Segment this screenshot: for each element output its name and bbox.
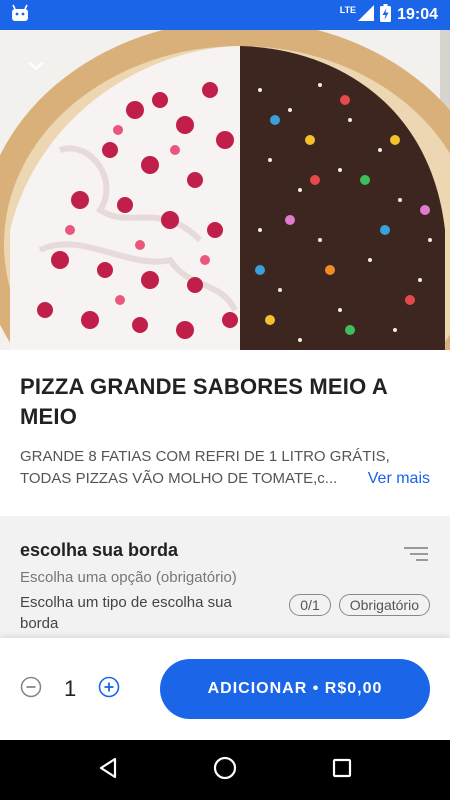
border-options-section: escolha sua borda Escolha uma opção (obr… bbox=[0, 516, 450, 638]
filter-lines-icon[interactable] bbox=[404, 546, 428, 567]
system-nav-bar bbox=[0, 740, 450, 800]
decrease-quantity-button[interactable] bbox=[20, 676, 42, 703]
add-to-cart-bar: 1 ADICIONAR • R$0,00 bbox=[0, 638, 450, 740]
battery-icon bbox=[380, 3, 392, 27]
nav-home-button[interactable] bbox=[205, 750, 245, 790]
increase-quantity-button[interactable] bbox=[98, 676, 120, 703]
options-title: escolha sua borda bbox=[20, 540, 179, 560]
product-info: PIZZA GRANDE SABORES MEIO A MEIO GRANDE … bbox=[0, 350, 450, 490]
options-subtitle: Escolha uma opção (obrigatório) bbox=[20, 569, 237, 586]
see-more-link[interactable]: Ver mais bbox=[368, 468, 430, 490]
status-time: 19:04 bbox=[397, 6, 438, 23]
nav-back-button[interactable] bbox=[88, 750, 128, 790]
quantity-stepper: 1 bbox=[20, 676, 160, 703]
add-to-cart-button[interactable]: ADICIONAR • R$0,00 bbox=[160, 659, 430, 719]
description-line-1: GRANDE 8 FATIAS COM REFRI DE 1 LITRO GRÁ… bbox=[20, 448, 390, 465]
back-triangle-icon bbox=[98, 757, 118, 784]
product-image bbox=[0, 30, 450, 350]
collapse-button[interactable] bbox=[20, 52, 52, 80]
network-type: LTE bbox=[339, 5, 357, 15]
options-hint: Escolha um tipo de escolha sua borda bbox=[20, 594, 232, 632]
minus-circle-icon bbox=[20, 676, 42, 703]
selection-count-badge: 0/1 bbox=[289, 594, 331, 616]
required-badge: Obrigatório bbox=[338, 594, 430, 616]
plus-circle-icon bbox=[98, 676, 120, 703]
signal-icon bbox=[358, 4, 375, 26]
recents-square-icon bbox=[332, 758, 352, 783]
chevron-down-icon bbox=[28, 61, 44, 71]
status-bar: LTE 19:04 bbox=[0, 0, 450, 30]
description-line-2: TODAS PIZZAS VÃO MOLHO DE TOMATE,c... bbox=[20, 470, 338, 487]
android-icon bbox=[10, 4, 30, 27]
product-title: PIZZA GRANDE SABORES MEIO A MEIO bbox=[20, 374, 388, 429]
product-description: GRANDE 8 FATIAS COM REFRI DE 1 LITRO GRÁ… bbox=[20, 446, 430, 490]
home-circle-icon bbox=[213, 756, 237, 785]
quantity-value: 1 bbox=[64, 676, 77, 701]
nav-recents-button[interactable] bbox=[322, 750, 362, 790]
